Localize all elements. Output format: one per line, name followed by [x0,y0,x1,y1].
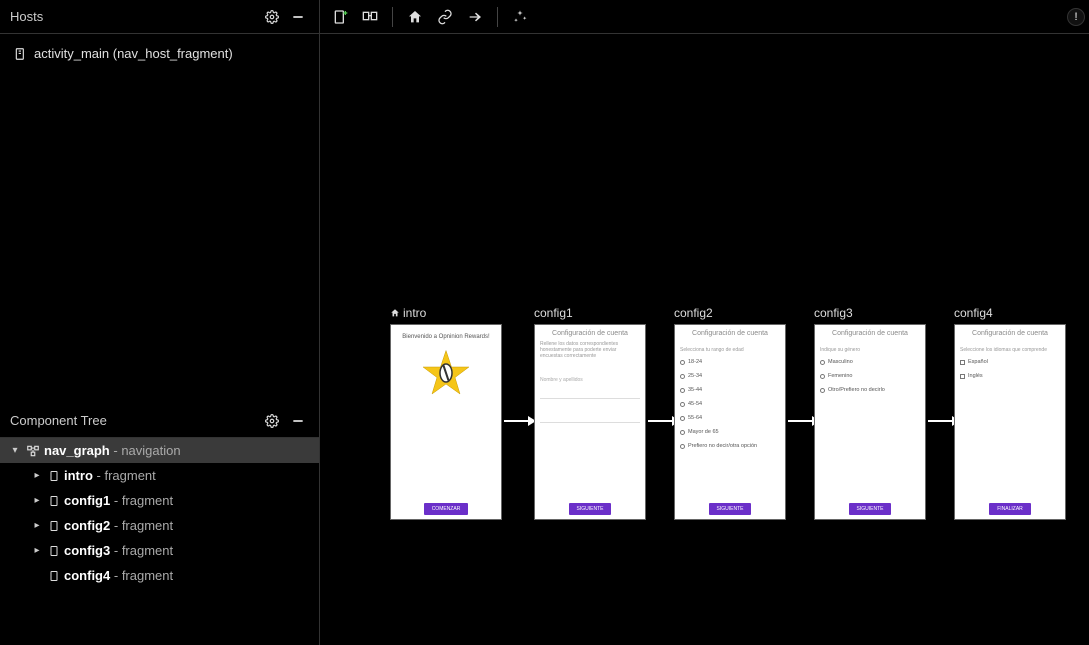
chevron-right-icon[interactable]: ▸ [30,495,44,506]
screen-sub: Indique su género [820,347,920,353]
separator [392,7,393,27]
tree-node-nav-graph[interactable]: ▾ nav_graph - navigation [0,438,319,463]
hosts-panel-body: activity_main (nav_host_fragment) [0,34,319,404]
text-field [540,413,640,423]
destination-intro[interactable]: intro Bienvenido a Opninion Rewards! COM… [390,306,510,520]
minimize-icon[interactable] [287,410,309,432]
gear-icon[interactable] [261,6,283,28]
screen-heading: Configuración de cuenta [820,330,920,337]
home-icon[interactable] [401,3,429,31]
layout-icon [14,47,28,61]
radio-option: 18-24 [680,359,780,365]
destination-config2[interactable]: config2 Configuración de cuenta Seleccio… [674,306,794,520]
radio-option: Otro/Prefiero no decirlo [820,387,920,393]
checkbox-option: Inglés [960,373,1060,379]
component-tree-title: Component Tree [10,413,257,428]
tree-node-config2[interactable]: ▸ config2 - fragment [0,513,319,538]
component-tree-header: Component Tree [0,404,319,438]
nav-graph-icon [26,444,40,458]
screen-preview: Bienvenido a Opninion Rewards! COMENZAR [390,324,502,520]
home-icon [390,308,400,318]
screen-preview: Configuración de cuenta Rellene los dato… [534,324,646,520]
screen-preview: Configuración de cuenta Indique su géner… [814,324,926,520]
chevron-right-icon[interactable]: ▸ [30,520,44,531]
destination-label: config4 [954,306,1074,320]
separator [497,7,498,27]
tree-node-config4[interactable]: config4 - fragment [0,563,319,588]
tree-node-label: config1 - fragment [64,493,173,508]
auto-arrange-icon[interactable] [506,3,534,31]
radio-option: 35-44 [680,387,780,393]
welcome-text: Bienvenido a Opninion Rewards! [396,334,496,340]
destination-config4[interactable]: config4 Configuración de cuenta Seleccio… [954,306,1074,520]
screen-heading: Configuración de cuenta [680,330,780,337]
tree-node-label: config3 - fragment [64,543,173,558]
destination-label: config3 [814,306,934,320]
tree-node-label: intro - fragment [64,468,156,483]
radio-option: Masculino [820,359,920,365]
tree-node-label: config2 - fragment [64,518,173,533]
destination-label: config2 [674,306,794,320]
gear-icon[interactable] [261,410,283,432]
action-arrow[interactable] [504,414,536,428]
screen-sub: Seleccione los idiomas que comprende [960,347,1060,353]
component-tree-body: ▾ nav_graph - navigation ▸ intro - fragm… [0,438,319,645]
host-item[interactable]: activity_main (nav_host_fragment) [10,44,309,63]
primary-button: COMENZAR [424,503,469,515]
tree-node-config1[interactable]: ▸ config1 - fragment [0,488,319,513]
tree-node-intro[interactable]: ▸ intro - fragment [0,463,319,488]
primary-button: SIGUIENTE [709,503,752,515]
fragment-icon [48,495,60,507]
screen-preview: Configuración de cuenta Selecciona tu ra… [674,324,786,520]
radio-option: 45-54 [680,401,780,407]
fragment-icon [48,520,60,532]
tree-node-label: nav_graph - navigation [44,443,181,458]
radio-option: Prefiero no decir/otra opción [680,443,780,449]
chevron-down-icon[interactable]: ▾ [8,445,22,456]
screen-heading: Configuración de cuenta [540,330,640,337]
screen-sub: Selecciona tu rango de edad [680,347,780,353]
radio-option: 55-64 [680,415,780,421]
tree-node-label: config4 - fragment [64,568,173,583]
nested-graph-icon[interactable] [356,3,384,31]
link-icon[interactable] [431,3,459,31]
screen-desc: Rellene los datos correspondientes hones… [540,341,640,359]
tree-node-config3[interactable]: ▸ config3 - fragment [0,538,319,563]
radio-option: Mayor de 65 [680,429,780,435]
chevron-right-icon[interactable]: ▸ [30,545,44,556]
fragment-icon [48,470,60,482]
host-item-label: activity_main (nav_host_fragment) [34,46,233,61]
primary-button: SIGUIENTE [849,503,892,515]
radio-option: 25-34 [680,373,780,379]
fragment-icon [48,545,60,557]
destination-label: config1 [534,306,654,320]
editor-toolbar: ! [320,0,1089,34]
screen-preview: Configuración de cuenta Seleccione los i… [954,324,1066,520]
sidebar: Hosts activity_main (nav_host_fragment) … [0,0,320,645]
fragment-icon [48,570,60,582]
add-destination-icon[interactable] [326,3,354,31]
primary-button: FINALIZAR [989,503,1031,515]
hosts-title: Hosts [10,9,257,24]
text-field [540,389,640,399]
chevron-right-icon[interactable]: ▸ [30,470,44,481]
star-logo-icon [421,348,471,398]
action-arrow-icon[interactable] [461,3,489,31]
field-label: Nombre y apellidos [540,377,640,383]
destination-label: intro [390,306,510,320]
primary-button: SIGUIENTE [569,503,612,515]
blank-icon [30,570,44,581]
warnings-icon[interactable]: ! [1067,8,1085,26]
hosts-panel-header: Hosts [0,0,319,34]
screen-heading: Configuración de cuenta [960,330,1060,337]
main-area: ! intro Bienvenido a Opninion Rewards! C… [320,0,1089,645]
destination-config3[interactable]: config3 Configuración de cuenta Indique … [814,306,934,520]
minimize-icon[interactable] [287,6,309,28]
nav-canvas[interactable]: intro Bienvenido a Opninion Rewards! COM… [320,34,1089,645]
destination-config1[interactable]: config1 Configuración de cuenta Rellene … [534,306,654,520]
radio-option: Femenino [820,373,920,379]
checkbox-option: Español [960,359,1060,365]
